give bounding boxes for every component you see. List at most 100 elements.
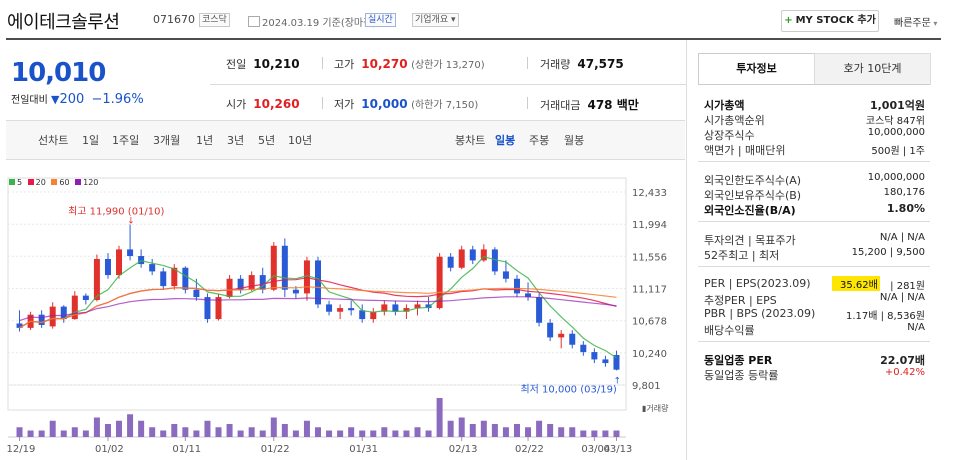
- volume-bar: [414, 427, 421, 437]
- info-label: 외국인소진율(B/A): [704, 204, 796, 217]
- volume-bar: [381, 427, 388, 437]
- volume-bar: [215, 427, 222, 437]
- candle-body: [248, 275, 255, 290]
- info-label: 투자의견 | 목표주가: [704, 234, 796, 247]
- high-annotation: 최고 11,990 (01/10): [68, 205, 164, 217]
- candle-body: [226, 278, 233, 298]
- volume-bar: [226, 424, 233, 437]
- volume-bar: [71, 427, 78, 437]
- volume-bar: [27, 430, 34, 437]
- volume-bar: [525, 427, 532, 437]
- volume-bar: [60, 430, 67, 437]
- candle-body: [513, 278, 520, 294]
- volume-bar: [458, 417, 465, 437]
- candle-body: [82, 295, 89, 301]
- info-value: N/A | N/A: [879, 292, 925, 303]
- candle-body: [93, 258, 100, 301]
- info-label: 시가총액순위: [704, 114, 765, 127]
- info-value: 15,200 | 9,500: [851, 247, 925, 258]
- volume-bar: [591, 430, 598, 437]
- info-value: 1,001억원: [869, 99, 925, 112]
- info-value: 1.17배 | 8,536원: [845, 311, 925, 322]
- candle-body: [370, 311, 377, 320]
- candle-body: [292, 289, 299, 294]
- candle-body: [149, 264, 156, 272]
- y-tick-label: 11,117: [632, 285, 667, 296]
- x-tick-label: 02/22: [515, 444, 544, 455]
- tab-invest-info[interactable]: 투자정보: [698, 53, 815, 84]
- candle-body: [458, 249, 465, 268]
- add-mystock-button[interactable]: + MY STOCK 추가: [781, 10, 879, 32]
- candle-body: [447, 256, 454, 268]
- candle-body: [536, 297, 543, 323]
- volume-bar: [370, 430, 377, 437]
- y-tick-label: 10,240: [632, 349, 667, 360]
- volume-bar: [480, 420, 487, 437]
- info-label: 외국인한도주식수(A): [704, 174, 802, 187]
- tab-quote-10[interactable]: 호가 10단계: [814, 53, 931, 85]
- low-annotation: 최저 10,000 (03/19): [520, 383, 616, 395]
- x-tick-label: 01/02: [95, 444, 124, 455]
- volume-bar: [182, 427, 189, 437]
- info-value: +0.42%: [884, 367, 925, 378]
- x-tick-label: 01/31: [349, 444, 378, 455]
- up-arrow-icon: ↑: [613, 376, 621, 386]
- volume-bar: [326, 430, 333, 437]
- volume-bar: [237, 430, 244, 437]
- volume-bar: [547, 424, 554, 437]
- volume-bar: [392, 430, 399, 437]
- per-highlight: 35.62배: [832, 276, 880, 291]
- volume-bar: [359, 430, 366, 437]
- info-value: 500원 | 1주: [871, 146, 925, 157]
- info-value: 1.80%: [886, 202, 925, 215]
- info-label: 상장주식수: [704, 129, 755, 142]
- volume-bar: [248, 427, 255, 437]
- plus-icon: +: [784, 15, 793, 26]
- info-label: PBR | BPS (2023.09): [704, 307, 816, 320]
- quick-order-link[interactable]: 빠른주문 ▾: [894, 14, 937, 29]
- x-tick-label: 12/19: [7, 444, 36, 455]
- candle-body: [602, 359, 609, 364]
- candle-body: [547, 322, 554, 338]
- info-row: 외국인보유주식수(B) 180,176: [704, 187, 925, 203]
- chevron-down-icon: ▾: [930, 19, 938, 28]
- volume-bar: [49, 420, 56, 437]
- volume-bar: [536, 420, 543, 437]
- volume-bar: [82, 430, 89, 437]
- price-chart[interactable]: 12,433 11,994 11,556 11,117 10,678 10,240 9,80…: [0, 0, 690, 460]
- volume-bar: [149, 427, 156, 437]
- info-row: 배당수익률 N/A: [704, 322, 925, 338]
- section-divider: [698, 341, 930, 342]
- candle-body: [138, 256, 145, 265]
- info-row: 52주최고 | 최저 15,200 | 9,500: [704, 247, 925, 263]
- info-value: 10,000,000: [867, 172, 925, 183]
- volume-bar: [259, 430, 266, 437]
- volume-bar: [436, 398, 443, 437]
- volume-bar: [270, 417, 277, 437]
- info-row: 외국인소진율(B/A) 1.80%: [704, 202, 925, 218]
- candle-body: [337, 308, 344, 312]
- candle-body: [193, 289, 200, 298]
- info-value: 180,176: [883, 187, 925, 198]
- info-label: PER | EPS(2023.09): [704, 277, 811, 290]
- volume-bar: [16, 427, 23, 437]
- info-label: 동일업종 PER: [704, 354, 773, 367]
- candle-body: [469, 249, 476, 261]
- info-value: 10,000,000: [867, 127, 925, 138]
- volume-bar: [513, 424, 520, 437]
- y-tick-label: 11,994: [632, 220, 667, 231]
- x-tick-label: 03/13: [603, 444, 632, 455]
- tabs-underline: [698, 84, 930, 85]
- info-value: N/A | N/A: [879, 232, 925, 243]
- y-tick-label: 10,678: [632, 317, 667, 328]
- panel-divider: [686, 40, 687, 460]
- volume-bar: [337, 430, 344, 437]
- info-value: | 281원: [890, 281, 925, 292]
- section-divider: [698, 221, 930, 222]
- volume-bar: [425, 430, 432, 437]
- info-row: 외국인한도주식수(A) 10,000,000: [704, 172, 925, 188]
- per-row: PER | EPS(2023.09) 35.62배 | 281원: [704, 276, 925, 292]
- x-tick-label: 02/13: [449, 444, 478, 455]
- y-tick-label: 12,433: [632, 188, 667, 199]
- info-row: 동일업종 PER 22.07배: [704, 352, 925, 368]
